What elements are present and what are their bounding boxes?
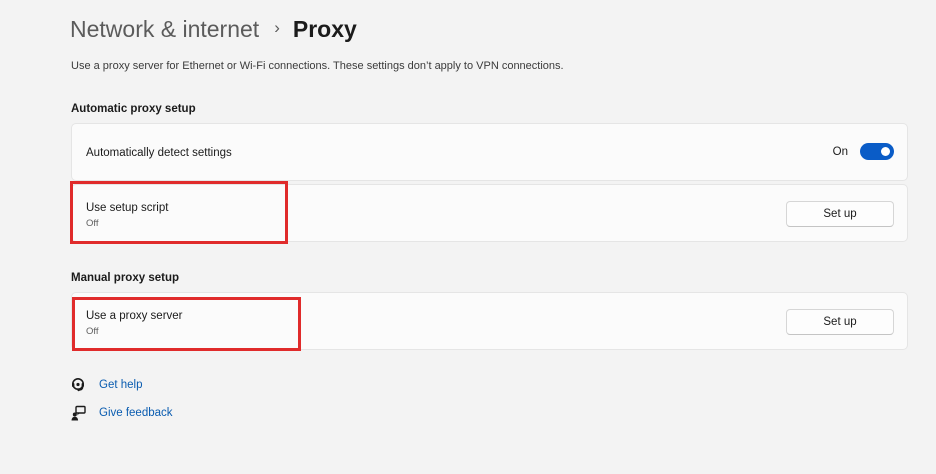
detect-settings-label: Automatically detect settings	[86, 147, 232, 159]
proxy-server-label: Use a proxy server	[86, 310, 183, 322]
proxy-server-status: Off	[86, 326, 99, 337]
detect-settings-toggle[interactable]	[860, 143, 894, 160]
toggle-state-label: On	[832, 145, 848, 158]
give-feedback-link[interactable]: Give feedback	[99, 407, 173, 419]
detect-settings-card: Automatically detect settings On	[71, 123, 908, 181]
proxy-server-card: Use a proxy server Off Set up	[71, 292, 908, 350]
page-title: Proxy	[292, 15, 357, 42]
setup-script-label: Use setup script	[86, 202, 169, 214]
proxy-settings-page: Network & internet › Proxy Use a proxy s…	[0, 0, 936, 474]
toggle-knob	[881, 147, 890, 156]
help-headset-icon	[71, 377, 87, 393]
feedback-icon	[71, 405, 87, 421]
get-help-link-row[interactable]: Get help	[71, 377, 142, 393]
breadcrumb-chevron-icon: ›	[274, 18, 280, 37]
setup-script-button[interactable]: Set up	[786, 201, 894, 227]
proxy-server-setup-button[interactable]: Set up	[786, 309, 894, 335]
setup-script-status: Off	[86, 218, 99, 229]
setup-script-card: Use setup script Off Set up	[71, 184, 908, 242]
breadcrumb-network-internet[interactable]: Network & internet	[70, 16, 259, 43]
section-title-manual: Manual proxy setup	[71, 272, 179, 284]
give-feedback-link-row[interactable]: Give feedback	[71, 405, 173, 421]
get-help-link[interactable]: Get help	[99, 379, 142, 391]
section-title-automatic: Automatic proxy setup	[71, 103, 196, 115]
page-description: Use a proxy server for Ethernet or Wi-Fi…	[71, 60, 564, 72]
detect-settings-toggle-group: On	[833, 143, 894, 160]
breadcrumb: Network & internet › Proxy	[70, 12, 357, 46]
